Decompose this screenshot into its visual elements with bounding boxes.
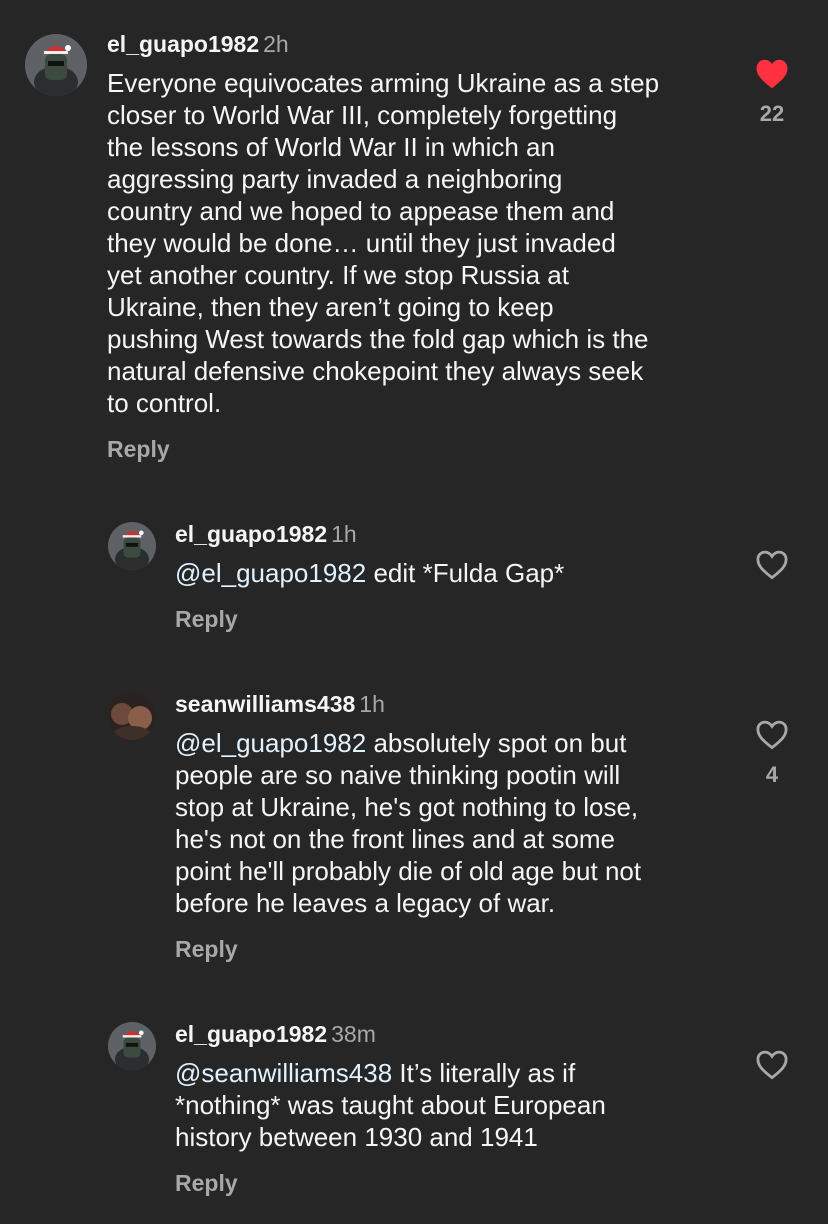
user-avatar-helmet — [25, 34, 87, 96]
comment-line-text: absolutely spot on but — [366, 728, 627, 758]
like-count: 4 — [765, 762, 779, 787]
comment-line: @el_guapo1982 edit *Fulda Gap* — [175, 557, 564, 589]
heart-filled-icon[interactable] — [755, 58, 789, 89]
user-avatar-helmet — [108, 522, 156, 570]
comment-line: natural defensive chokepoint they always… — [107, 356, 644, 386]
comment-text: @el_guapo1982 edit *Fulda Gap* — [175, 557, 564, 589]
timestamp: 38m — [331, 1021, 376, 1047]
timestamp: 1h — [331, 521, 357, 547]
comment-line: Ukraine, then they aren’t going to keep — [107, 292, 554, 322]
like-control — [742, 549, 802, 580]
comment-header: el_guapo1982 2h — [107, 30, 289, 58]
comment-line: Everyone equivocates arming Ukraine as a… — [107, 68, 660, 98]
user-avatar-helmet — [108, 1022, 156, 1070]
comment-line: @el_guapo1982 absolutely spot on but — [175, 727, 641, 759]
like-control: 22 — [742, 58, 802, 127]
comment-line: the lessons of World War II in which an — [107, 132, 555, 162]
username[interactable]: el_guapo1982 — [175, 521, 327, 547]
comment-text: Everyone equivocates arming Ukraine as a… — [107, 67, 659, 419]
reply-button[interactable]: Reply — [175, 1170, 238, 1197]
comment-line-text: edit *Fulda Gap* — [366, 558, 565, 588]
reply-button[interactable]: Reply — [175, 606, 238, 633]
comment-line: pushing West towards the fold gap which … — [107, 324, 649, 354]
avatar[interactable] — [108, 522, 156, 570]
comment-header: el_guapo1982 1h — [175, 520, 357, 548]
comment-text: @seanwilliams438 It’s literally as if *n… — [175, 1057, 606, 1153]
username[interactable]: el_guapo1982 — [107, 31, 259, 57]
comment-line: history between 1930 and 1941 — [175, 1122, 538, 1152]
comment-text: @el_guapo1982 absolutely spot on but peo… — [175, 727, 641, 919]
mention-link[interactable]: @el_guapo1982 — [175, 558, 366, 588]
comment-line: *nothing* was taught about European — [175, 1090, 606, 1120]
heart-outline-icon[interactable] — [755, 549, 789, 580]
comment-header: el_guapo1982 38m — [175, 1020, 376, 1048]
timestamp: 1h — [359, 691, 385, 717]
like-control — [742, 1049, 802, 1080]
like-count: 22 — [759, 101, 785, 126]
comment-line: country and we hoped to appease them and — [107, 196, 615, 226]
avatar[interactable] — [108, 692, 156, 740]
mention-link[interactable]: @seanwilliams438 — [175, 1058, 392, 1088]
user-avatar-photo — [108, 692, 156, 740]
heart-outline-icon[interactable] — [755, 719, 789, 750]
timestamp: 2h — [263, 31, 289, 57]
avatar[interactable] — [25, 34, 87, 96]
comment-line: aggressing party invaded a neighboring — [107, 164, 563, 194]
comment-line: before he leaves a legacy of war. — [175, 888, 556, 918]
comment-header: seanwilliams438 1h — [175, 690, 385, 718]
comment-line: stop at Ukraine, he's got nothing to los… — [175, 792, 639, 822]
username[interactable]: seanwilliams438 — [175, 691, 355, 717]
comment-line: they would be done… until they just inva… — [107, 228, 616, 258]
comment-line: people are so naive thinking pootin will — [175, 760, 621, 790]
comment-line: he's not on the front lines and at some — [175, 824, 616, 854]
reply-button[interactable]: Reply — [175, 936, 238, 963]
like-control: 4 — [742, 719, 802, 788]
heart-outline-icon[interactable] — [755, 1049, 789, 1080]
username[interactable]: el_guapo1982 — [175, 1021, 327, 1047]
comment-line-text: It’s literally as if — [392, 1058, 576, 1088]
comment-line: to control. — [107, 388, 222, 418]
avatar[interactable] — [108, 1022, 156, 1070]
reply-button[interactable]: Reply — [107, 436, 170, 463]
comment-line: closer to World War III, completely forg… — [107, 100, 618, 130]
comment-line: yet another country. If we stop Russia a… — [107, 260, 569, 290]
comment-line: point he'll probably die of old age but … — [175, 856, 642, 886]
mention-link[interactable]: @el_guapo1982 — [175, 728, 366, 758]
comment-line: @seanwilliams438 It’s literally as if — [175, 1057, 606, 1089]
